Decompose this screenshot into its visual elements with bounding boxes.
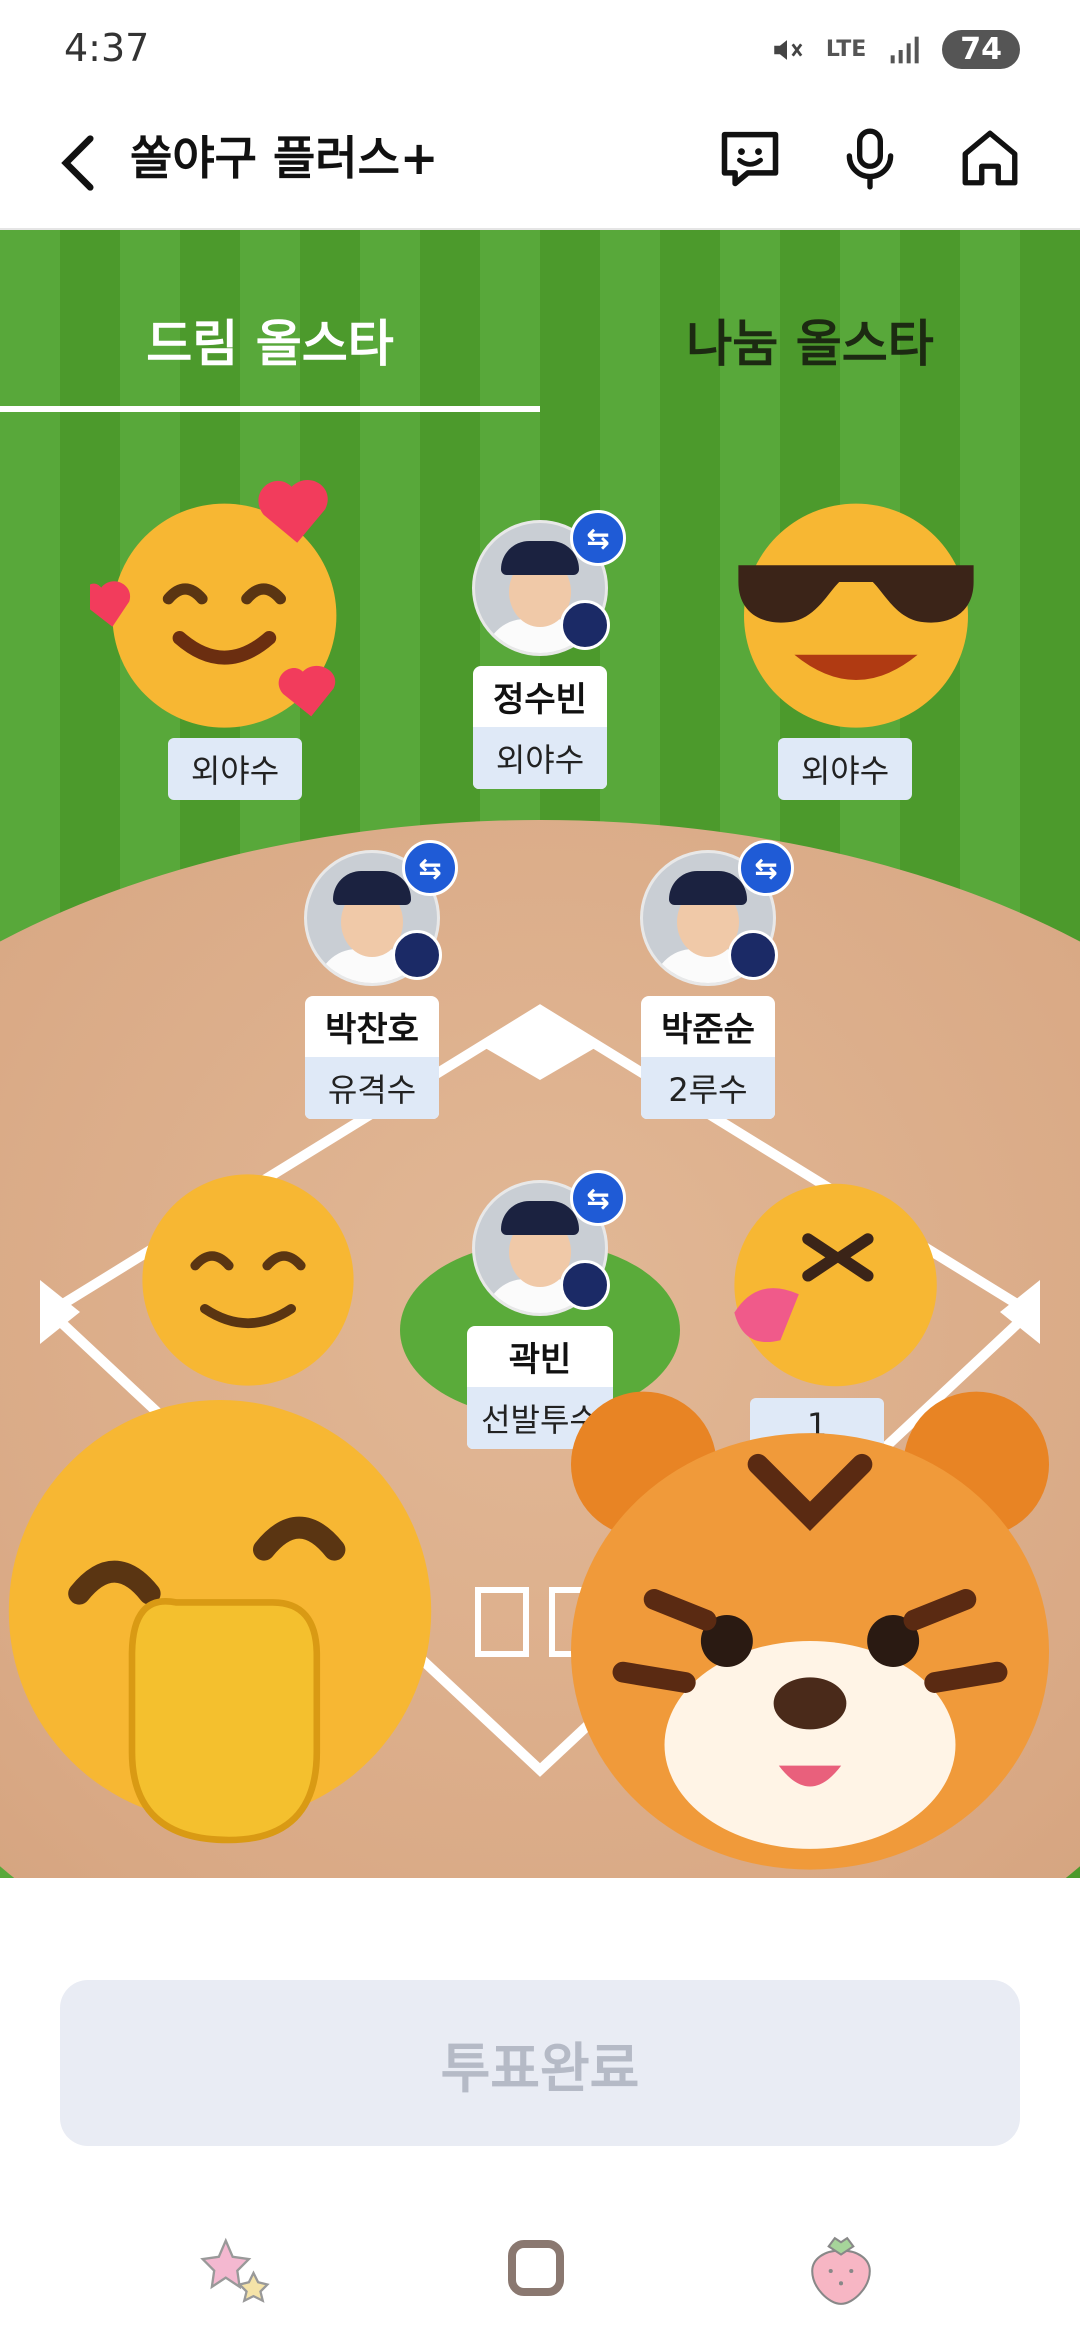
smiling-emoji-icon — [142, 1174, 354, 1386]
team-logo-icon — [392, 930, 442, 980]
strawberry-icon — [811, 2236, 871, 2305]
status-icons: LTE 74 — [770, 30, 1020, 69]
back-button[interactable] — [44, 128, 114, 198]
swap-icon[interactable]: ⇆ — [738, 840, 794, 896]
tab-nanum-allstar[interactable]: 나눔 올스타 — [540, 304, 1080, 376]
player-card[interactable]: ⇆ 정수빈 외야수 — [450, 510, 630, 789]
player-card[interactable]: ⇆ 박준순 2루수 — [618, 840, 798, 1119]
player-name: 박찬호 — [325, 1010, 419, 1050]
smiling-hearts-emoji-icon — [90, 479, 337, 728]
tiger-emoji-icon — [570, 1391, 1050, 1870]
page-title: 쏠야구 플러스+ — [130, 131, 439, 185]
battery-level: 74 — [942, 30, 1020, 69]
home-nav-button[interactable] — [508, 2240, 564, 2296]
bottom-nav — [0, 2230, 1080, 2340]
status-bar: 4:37 LTE 74 — [0, 0, 1080, 100]
status-time: 4:37 — [64, 26, 150, 70]
player-name: 박준순 — [661, 1010, 755, 1050]
tab-bar: 드림 올스타 나눔 올스타 — [0, 230, 1080, 416]
hand-over-mouth-emoji-icon — [8, 1400, 432, 1844]
baseball-field: 드림 올스타 나눔 올스타 ⇆ 정수빈 외야수 외야수 외야수 ⇆ 박찬호 유격… — [0, 230, 1080, 1878]
mic-button[interactable] — [832, 120, 908, 196]
microphone-icon — [846, 128, 894, 190]
player-card[interactable]: ⇆ 박찬호 유격수 — [282, 840, 462, 1119]
vote-complete-button[interactable]: 투표완료 — [60, 1980, 1020, 2146]
player-position: 외야수 — [473, 727, 607, 789]
stars-icon — [200, 2237, 270, 2303]
swap-icon[interactable]: ⇆ — [570, 1170, 626, 1226]
active-tab-indicator — [0, 406, 540, 412]
swap-icon[interactable]: ⇆ — [402, 840, 458, 896]
player-name: 정수빈 — [493, 680, 587, 720]
signal-icon — [890, 36, 919, 63]
chevron-left-icon — [61, 135, 94, 191]
team-logo-icon — [728, 930, 778, 980]
app-bar: 쏠야구 플러스+ — [0, 100, 1080, 230]
mute-icon — [774, 39, 803, 60]
chat-button[interactable] — [712, 120, 788, 196]
player-position: 2루수 — [641, 1057, 775, 1119]
tab-dream-allstar[interactable]: 드림 올스타 — [0, 304, 540, 376]
team-logo-icon — [560, 600, 610, 650]
home-icon — [962, 130, 1018, 186]
team-logo-icon — [560, 1260, 610, 1310]
network-type: LTE — [825, 37, 867, 62]
player-position: 유격수 — [305, 1057, 439, 1119]
swap-icon[interactable]: ⇆ — [570, 510, 626, 566]
home-button[interactable] — [952, 120, 1028, 196]
chat-face-icon — [721, 131, 779, 187]
sunglasses-emoji-icon — [738, 503, 974, 728]
